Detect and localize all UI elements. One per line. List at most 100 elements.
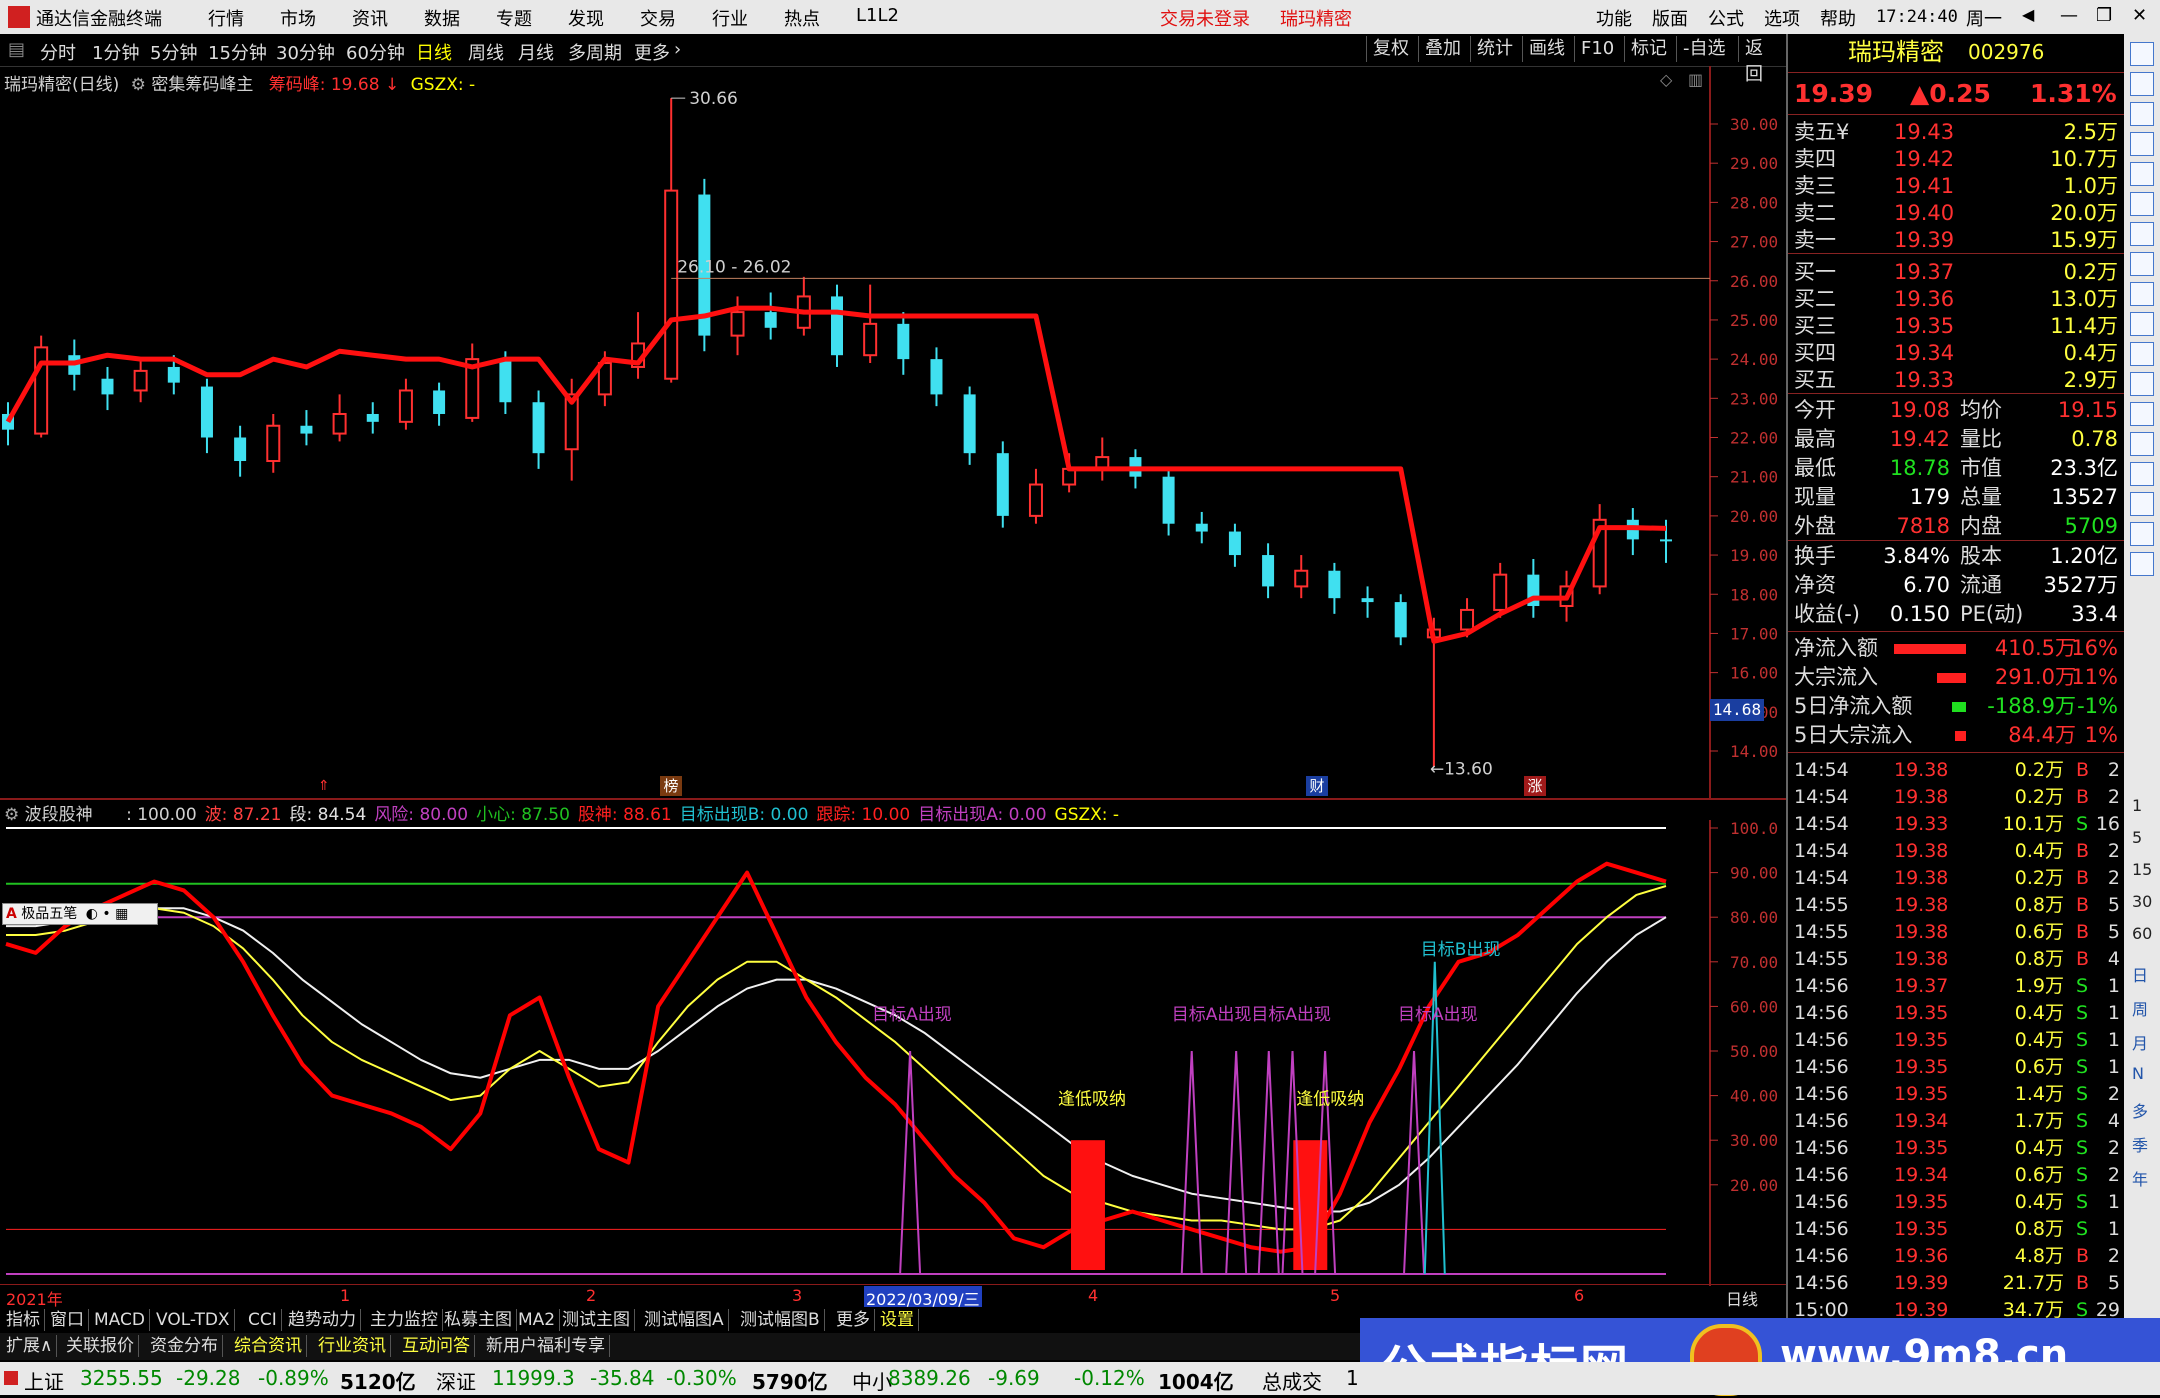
- minimize-icon[interactable]: —: [2060, 5, 2078, 26]
- period-tab-1min[interactable]: 1分钟: [92, 39, 139, 65]
- extension-tab[interactable]: 扩展∧: [2, 1335, 58, 1357]
- doc-icon[interactable]: [2130, 72, 2154, 96]
- indicator-tab[interactable]: 私募主图: [440, 1309, 517, 1331]
- menu-item-shuju[interactable]: 数据: [424, 5, 460, 31]
- period-tab-fenshi[interactable]: 分时: [40, 39, 76, 65]
- arr-icon[interactable]: [2130, 522, 2154, 546]
- period-shortcut[interactable]: 日: [2132, 962, 2148, 986]
- chart-icon[interactable]: [2130, 132, 2154, 156]
- indicator-tab[interactable]: VOL-TDX: [152, 1309, 235, 1331]
- period-shortcut[interactable]: N: [2132, 1064, 2144, 1083]
- grid-icon[interactable]: [2130, 342, 2154, 366]
- minute-period-60[interactable]: 60: [2132, 924, 2152, 943]
- trend-icon[interactable]: [2130, 222, 2154, 246]
- info-icon[interactable]: [2130, 282, 2154, 306]
- indicator-tab[interactable]: CCI: [244, 1309, 282, 1331]
- period-tab-more[interactable]: 更多: [634, 39, 670, 65]
- period-shortcut[interactable]: 周: [2132, 996, 2148, 1020]
- trade-login-status[interactable]: 交易未登录: [1160, 5, 1250, 31]
- period-shortcut[interactable]: 季: [2132, 1132, 2148, 1156]
- f2-icon[interactable]: [2130, 372, 2154, 396]
- home-icon[interactable]: [2130, 462, 2154, 486]
- extension-tab[interactable]: 关联报价: [62, 1335, 139, 1357]
- period-tab-monthly[interactable]: 月线: [518, 39, 554, 65]
- stats-button[interactable]: 统计: [1470, 36, 1519, 62]
- candlestick-chart[interactable]: 30.00 29.00 28.00 27.00 26.00 25.00 24.00 23.00…: [0, 66, 1786, 800]
- maximize-icon[interactable]: ❐: [2096, 5, 2112, 26]
- indicator-tab[interactable]: 设置: [876, 1309, 919, 1331]
- mark-button[interactable]: 标记: [1624, 36, 1673, 62]
- menu-item-jiaoyi[interactable]: 交易: [640, 5, 676, 31]
- minute-period-5[interactable]: 5: [2132, 828, 2142, 847]
- dot-icon[interactable]: •: [102, 906, 110, 922]
- period-shortcut[interactable]: 月: [2132, 1030, 2148, 1054]
- indicator-tab[interactable]: MACD: [90, 1309, 150, 1331]
- indicator-tab[interactable]: 更多: [832, 1309, 875, 1331]
- fio-icon[interactable]: [2130, 312, 2154, 336]
- pen-icon[interactable]: [2130, 552, 2154, 576]
- ime-floating-bar[interactable]: A 极品五笔 ◐ • ▦: [2, 903, 158, 925]
- chevron-right-icon[interactable]: ›: [674, 39, 681, 60]
- overlay-button[interactable]: 叠加: [1418, 36, 1467, 62]
- close-icon[interactable]: ✕: [2132, 5, 2147, 26]
- menu-item-banmian[interactable]: 版面: [1652, 5, 1688, 31]
- period-tab-daily[interactable]: 日线: [416, 39, 452, 65]
- bars-icon[interactable]: [2130, 162, 2154, 186]
- grid-icon[interactable]: ▦: [115, 906, 128, 922]
- moon-icon[interactable]: ◐: [86, 906, 98, 922]
- period-tab-5min[interactable]: 5分钟: [150, 39, 197, 65]
- leaderboard-marker[interactable]: 榜: [660, 776, 682, 796]
- menu-item-faxian[interactable]: 发现: [568, 5, 604, 31]
- menu-item-shichang[interactable]: 市场: [280, 5, 316, 31]
- period-shortcut[interactable]: 年: [2132, 1166, 2148, 1190]
- menu-item-gongneng[interactable]: 功能: [1596, 5, 1632, 31]
- graph-icon[interactable]: [2130, 252, 2154, 276]
- minute-period-15[interactable]: 15: [2132, 860, 2152, 879]
- menu-item-gongshi[interactable]: 公式: [1708, 5, 1744, 31]
- indicator-tab[interactable]: 主力监控: [366, 1309, 443, 1331]
- indicator-chart[interactable]: 100.0 90.00 80.00 70.00 60.00 50.00 40.00 30.00…: [0, 820, 1786, 1286]
- menu-item-zixun[interactable]: 资讯: [352, 5, 388, 31]
- back-arrow-icon[interactable]: ◀: [2022, 5, 2034, 24]
- menu-item-xuanxiang[interactable]: 选项: [1764, 5, 1800, 31]
- menu-item-l1l2[interactable]: L1L2: [856, 5, 899, 26]
- extension-tab[interactable]: 互动问答: [398, 1335, 475, 1357]
- indicator-tab[interactable]: 测试幅图B: [736, 1309, 825, 1331]
- period-tab-60min[interactable]: 60分钟: [346, 39, 405, 65]
- calc-icon[interactable]: [2130, 402, 2154, 426]
- period-tab-multi[interactable]: 多周期: [568, 39, 622, 65]
- extension-tab[interactable]: 综合资讯: [230, 1335, 307, 1357]
- limit-up-marker[interactable]: 涨: [1524, 776, 1546, 796]
- list-icon[interactable]: [2130, 102, 2154, 126]
- add-watchlist-button[interactable]: -自选: [1676, 36, 1732, 62]
- period-tab-15min[interactable]: 15分钟: [208, 39, 267, 65]
- extension-tab[interactable]: 行业资讯: [314, 1335, 391, 1357]
- indicator-tab[interactable]: 测试主图: [558, 1309, 635, 1331]
- period-shortcut[interactable]: 多: [2132, 1098, 2148, 1122]
- back-button[interactable]: 返回: [1738, 36, 1786, 85]
- menu-item-hangqing[interactable]: 行情: [208, 5, 244, 31]
- indicator-tab[interactable]: 窗口: [46, 1309, 89, 1331]
- indicator-tab[interactable]: 指标: [2, 1309, 45, 1331]
- up-icon[interactable]: [2130, 42, 2154, 66]
- menu-item-bangzhu[interactable]: 帮助: [1820, 5, 1856, 31]
- minute-period-30[interactable]: 30: [2132, 892, 2152, 911]
- minute-period-1[interactable]: 1: [2132, 796, 2142, 815]
- brain-icon[interactable]: [2130, 432, 2154, 456]
- draw-line-button[interactable]: 画线: [1522, 36, 1571, 62]
- menu-item-zhuanti[interactable]: 专题: [496, 5, 532, 31]
- period-tab-weekly[interactable]: 周线: [468, 39, 504, 65]
- fuquan-button[interactable]: 复权: [1366, 36, 1415, 62]
- indicator-tab[interactable]: 趋势动力: [284, 1309, 361, 1331]
- panel-toggle-icon[interactable]: ▤: [8, 39, 25, 60]
- f10-button[interactable]: F10: [1574, 36, 1620, 62]
- menu-item-redian[interactable]: 热点: [784, 5, 820, 31]
- indicator-tab[interactable]: 测试幅图A: [640, 1309, 729, 1331]
- indicator-tab[interactable]: MA2: [514, 1309, 561, 1331]
- extension-tab[interactable]: 新用户福利专享: [482, 1335, 610, 1357]
- extension-tab[interactable]: 资金分布: [146, 1335, 223, 1357]
- table-icon[interactable]: [2130, 192, 2154, 216]
- period-tab-30min[interactable]: 30分钟: [276, 39, 335, 65]
- finance-marker[interactable]: 财: [1306, 776, 1328, 796]
- rsi-icon[interactable]: [2130, 492, 2154, 516]
